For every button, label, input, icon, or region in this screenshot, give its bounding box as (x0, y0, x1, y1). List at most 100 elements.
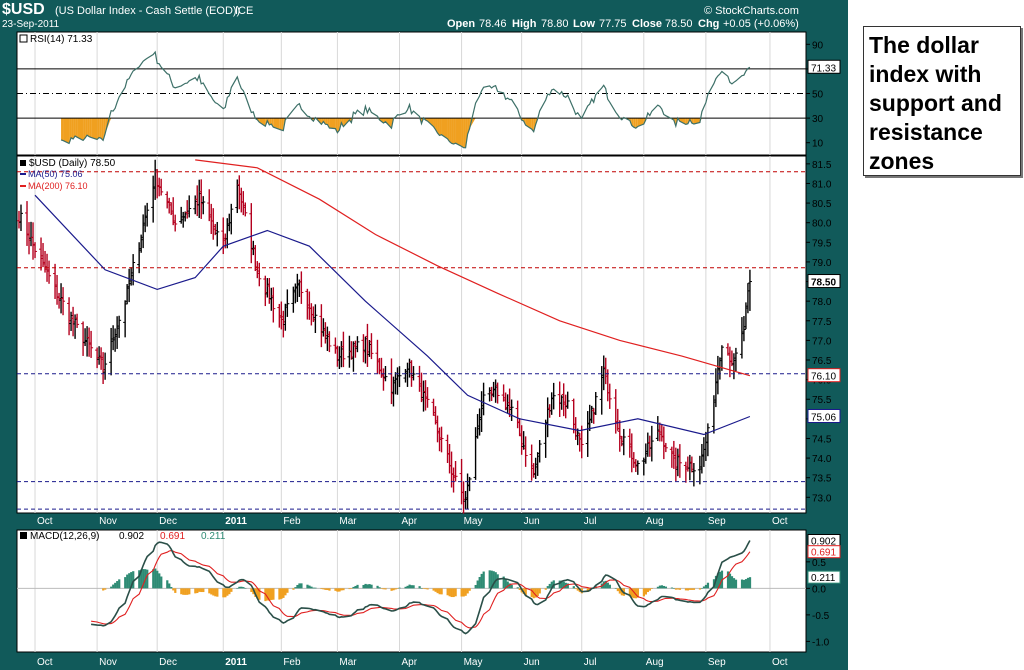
price-ytick-label: 74.0 (812, 454, 832, 465)
macd-histogram-bar (544, 588, 547, 590)
rsi-oversold-fill (451, 118, 454, 145)
rsi-oversold-fill (279, 118, 282, 130)
macd-histogram-bar (116, 581, 119, 589)
macd-histogram-bar (112, 584, 115, 589)
macd-histogram-bar (222, 588, 225, 598)
macd-histogram-bar (242, 587, 245, 589)
macd-histogram-bar (298, 583, 301, 589)
x-label-top: Aug (646, 516, 664, 527)
macd-histogram-bar (650, 588, 654, 589)
rsi-oversold-fill (61, 118, 64, 141)
ma50-tag: 75.06 (811, 412, 836, 423)
legend-ma200: MA(200) 76.10 (28, 181, 88, 191)
macd-histogram-bar (418, 586, 421, 589)
macd-histogram-bar (326, 588, 329, 591)
macd-histogram-bar (184, 588, 187, 595)
macd-histogram-bar (730, 576, 734, 589)
macd-histogram-bar (450, 588, 453, 598)
macd-histogram-bar (168, 583, 171, 589)
rsi-oversold-fill (439, 118, 442, 136)
macd-histogram-bar (744, 579, 748, 589)
x-label-top: Mar (339, 516, 357, 527)
rsi-oversold-fill (71, 118, 74, 139)
macd-ytick-label: 0.0 (812, 584, 826, 595)
rsi-legend: RSI(14) 71.33 (30, 34, 93, 45)
macd-histogram-bar (324, 588, 327, 590)
macd-legend-macd: 0.902 (119, 531, 144, 542)
rsi-oversold-fill (89, 118, 92, 138)
macd-histogram-bar (250, 588, 253, 592)
macd-histogram-bar (104, 588, 107, 590)
x-label-top: Oct (37, 516, 53, 527)
macd-histogram-bar (272, 588, 275, 600)
macd-histogram-bar (538, 588, 541, 594)
macd-histogram-bar (410, 585, 413, 589)
open-label: Open (447, 18, 476, 30)
macd-histogram-bar (382, 588, 385, 590)
macd-histogram-bar (420, 588, 423, 589)
macd-histogram-bar (296, 584, 299, 589)
macd-histogram-bar (426, 588, 429, 590)
macd-histogram-bar (660, 585, 664, 589)
macd-histogram-bar (216, 588, 219, 597)
legend-price: $USD (Daily) 78.50 (29, 158, 116, 169)
x-label-top: 2011 (225, 516, 247, 527)
macd-histogram-bar (480, 573, 483, 589)
rsi-oversold-fill (463, 118, 466, 148)
macd-histogram-bar (664, 586, 668, 589)
macd-histogram-bar (648, 588, 652, 591)
macd-histogram-bar (440, 588, 443, 595)
macd-histogram-bar (608, 584, 611, 589)
macd-histogram-bar (152, 569, 155, 589)
macd-histogram-bar (160, 576, 163, 589)
macd-histogram-bar (394, 588, 397, 590)
chart-date: 23-Sep-2011 (2, 19, 60, 30)
macd-histogram-bar (186, 588, 189, 595)
low-value: 77.75 (599, 18, 627, 30)
rsi-oversold-fill (99, 118, 102, 139)
macd-histogram-bar (688, 588, 692, 590)
macd-histogram-bar (338, 588, 341, 592)
macd-histogram-bar (230, 588, 233, 592)
x-label-bottom: May (464, 657, 483, 668)
ticker-symbol: $USD (2, 1, 45, 18)
macd-histogram-bar (422, 588, 425, 589)
high-value: 78.80 (541, 18, 569, 30)
macd-histogram-bar (404, 586, 407, 589)
macd-histogram-bar (370, 584, 373, 589)
rsi-oversold-fill (97, 118, 100, 140)
price-ytick-label: 77.0 (812, 336, 832, 347)
macd-histogram-bar (704, 584, 708, 589)
macd-histogram-bar (380, 588, 383, 589)
macd-histogram-bar (642, 588, 645, 597)
macd-histogram-bar (384, 588, 387, 590)
macd-histogram-bar (278, 588, 281, 600)
rsi-oversold-fill (83, 118, 86, 141)
rsi-oversold-fill (101, 118, 104, 141)
macd-histogram-bar (376, 585, 379, 589)
macd-histogram-bar (364, 583, 367, 589)
macd-histogram-bar (240, 586, 243, 589)
high-label: High (512, 18, 537, 30)
macd-histogram-bar (392, 588, 395, 591)
x-label-top: Jul (584, 516, 597, 527)
macd-histogram-bar (348, 588, 351, 590)
macd-histogram-bar (196, 588, 199, 594)
macd-histogram-bar (482, 571, 485, 589)
macd-histogram-bar (336, 588, 339, 592)
macd-histogram-bar (128, 573, 131, 589)
price-ytick-label: 81.5 (812, 160, 832, 171)
macd-histogram-bar (362, 584, 365, 589)
open-value: 78.46 (479, 18, 507, 30)
macd-histogram-bar (340, 588, 343, 591)
x-label-top: Sep (708, 516, 726, 527)
rsi-oversold-fill (75, 118, 78, 138)
macd-histogram-bar (356, 584, 359, 589)
macd-histogram-bar (412, 585, 415, 589)
price-tag: 78.50 (811, 278, 836, 289)
rsi-oversold-fill (455, 118, 462, 147)
macd-histogram-bar (174, 588, 177, 593)
macd-histogram-bar (390, 588, 393, 591)
macd-histogram-bar (300, 583, 303, 589)
macd-histogram-bar (656, 586, 660, 589)
